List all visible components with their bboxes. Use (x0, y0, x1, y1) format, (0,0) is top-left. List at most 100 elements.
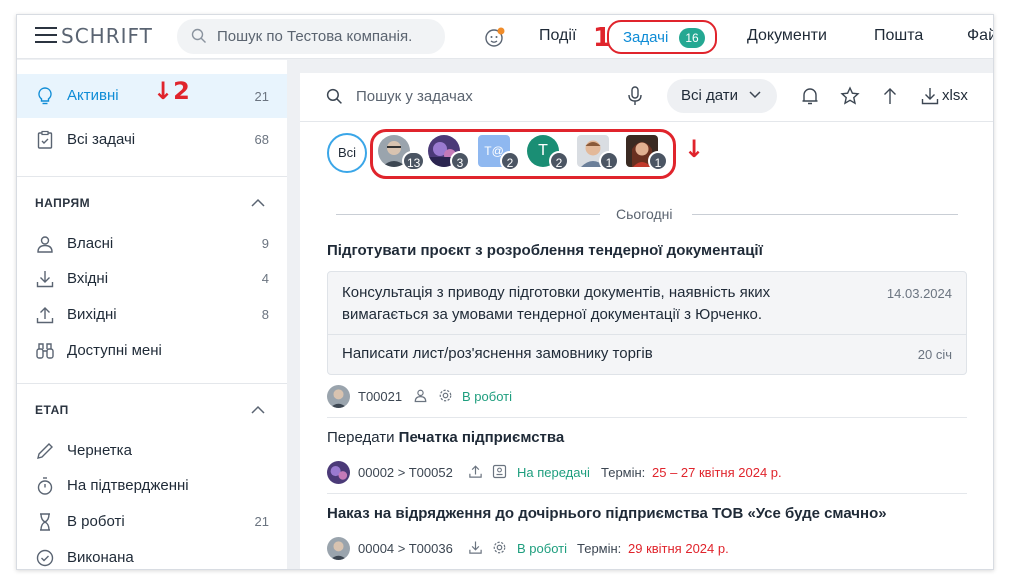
day-divider-right (692, 214, 958, 215)
chevron-down-icon (749, 91, 761, 99)
stamp-icon (492, 464, 507, 479)
sidebar-item-in-progress[interactable]: В роботі 21 (17, 504, 287, 540)
sidebar-item-label: Всі задачі (67, 131, 136, 148)
task-title[interactable]: Передати Печатка підприємства (327, 429, 564, 446)
sidebar-item-count: 8 (261, 307, 269, 322)
sidebar-item-label: Вхідні (67, 270, 109, 287)
gear-icon (493, 541, 506, 554)
filter-all-button[interactable]: Всі (327, 133, 367, 173)
upload-icon (36, 307, 54, 324)
download-icon (921, 88, 939, 105)
term-label: Термін: (577, 541, 622, 556)
section-title-stage: ЕТАП (35, 403, 69, 417)
microphone-icon[interactable] (627, 86, 643, 106)
top-bar: SCHRIFT Пошук по Тестова компанія. Події… (17, 15, 993, 59)
export-label: xlsx (942, 87, 968, 104)
global-search-placeholder: Пошук по Тестова компанія. (217, 28, 413, 45)
sidebar-item-completed[interactable]: Виконана (17, 540, 287, 569)
avatar-count-badge: 2 (500, 151, 520, 171)
toolbar-divider (300, 121, 993, 122)
task-meta: 00004 > T00036 В роботі Термін: 29 квітн… (327, 537, 967, 561)
star-icon[interactable] (840, 86, 860, 106)
nav-files[interactable]: Фай (967, 27, 993, 45)
avatar (327, 537, 350, 560)
binoculars-icon (36, 343, 54, 359)
sidebar-item-draft[interactable]: Чернетка (17, 433, 287, 469)
term-date: 29 квітня 2024 р. (628, 541, 729, 556)
sidebar-item-label: В роботі (67, 513, 125, 530)
row-divider (327, 493, 967, 494)
user-icon (37, 236, 53, 253)
sidebar-item-pending-approval[interactable]: На підтвердженні (17, 468, 287, 504)
subtask-list: Консультація з приводу підготовки докуме… (327, 271, 967, 375)
chevron-up-icon[interactable] (251, 405, 265, 415)
sidebar-item-label: Вихідні (67, 306, 117, 323)
task-search-input[interactable]: Пошук у задачах (356, 88, 473, 105)
subtask-divider (328, 334, 966, 335)
annotation-arrow: ↓ (684, 135, 705, 163)
hourglass-icon (40, 513, 50, 531)
subtask-date: 20 січ (917, 347, 952, 362)
status-badge: В роботі (462, 389, 512, 404)
sidebar: Активні ↓2 21 Всі задачі 68 НАПРЯМ Власн… (17, 60, 287, 569)
search-icon (326, 88, 342, 104)
sidebar-divider (17, 383, 287, 384)
annotation-marker-2: ↓2 (153, 77, 190, 105)
app-window: SCHRIFT Пошук по Тестова компанія. Події… (16, 14, 994, 570)
avatar-count-badge: 2 (549, 151, 569, 171)
logo: SCHRIFT (61, 24, 153, 48)
nav-events[interactable]: Події (539, 27, 576, 45)
sort-up-icon[interactable] (880, 86, 900, 106)
nav-documents[interactable]: Документи (747, 27, 827, 45)
check-circle-icon (36, 549, 54, 567)
sidebar-item-label: Виконана (67, 549, 134, 566)
sidebar-item-incoming[interactable]: Вхідні 4 (17, 261, 287, 297)
tab-tasks-label: Задачі (623, 29, 669, 46)
row-divider (327, 417, 967, 418)
avatar (327, 461, 350, 484)
subtask-text[interactable]: Написати лист/роз'яснення замовнику торг… (342, 345, 653, 362)
task-title[interactable]: Наказ на відрядження до дочірнього підпр… (327, 505, 887, 522)
bell-icon[interactable] (800, 86, 820, 106)
day-label: Сьогодні (616, 206, 673, 222)
export-xlsx-button[interactable]: xlsx (920, 86, 968, 111)
sidebar-item-count: 68 (254, 132, 269, 147)
sidebar-item-count: 21 (254, 89, 269, 104)
section-title-direction: НАПРЯМ (35, 196, 91, 210)
sidebar-item-count: 21 (254, 514, 269, 529)
subtask-date: 14.03.2024 (886, 286, 952, 301)
sidebar-item-active[interactable]: Активні ↓2 21 (17, 74, 287, 118)
sidebar-item-count: 9 (261, 236, 269, 251)
status-badge: На передачі (517, 465, 590, 480)
clipboard-check-icon (37, 130, 53, 149)
lightbulb-icon (38, 87, 52, 105)
profile-notification-icon[interactable] (484, 26, 506, 48)
sidebar-item-own[interactable]: Власні 9 (17, 226, 287, 262)
avatar-count-badge: 1 (648, 151, 668, 171)
sidebar-item-all-tasks[interactable]: Всі задачі 68 (17, 122, 287, 158)
pencil-icon (37, 443, 53, 459)
subtask-text[interactable]: Консультація з приводу підготовки докуме… (342, 282, 822, 326)
sidebar-item-label: Доступні мені (67, 342, 162, 359)
term-label: Термін: (601, 465, 646, 480)
chevron-up-icon[interactable] (251, 198, 265, 208)
task-title[interactable]: Підготувати проєкт з розроблення тендерн… (327, 242, 763, 259)
task-list-panel: Пошук у задачах Всі дати xlsx Всі 13 3 T… (300, 73, 993, 569)
sidebar-item-label: Чернетка (67, 442, 132, 459)
tab-tasks[interactable]: Задачі 16 (607, 20, 717, 54)
stopwatch-icon (37, 477, 53, 495)
term-date: 25 – 27 квітня 2024 р. (652, 465, 782, 480)
menu-icon[interactable] (35, 27, 57, 45)
sidebar-item-available[interactable]: Доступні мені (17, 333, 287, 369)
global-search-input[interactable]: Пошук по Тестова компанія. (177, 19, 445, 54)
nav-mail[interactable]: Пошта (874, 27, 923, 45)
date-filter-dropdown[interactable]: Всі дати (667, 79, 777, 113)
sidebar-item-outgoing[interactable]: Вихідні 8 (17, 297, 287, 333)
sidebar-item-label: Власні (67, 235, 114, 252)
status-badge: В роботі (517, 541, 567, 556)
tab-tasks-count-badge: 16 (679, 28, 705, 48)
avatar-count-badge: 13 (402, 151, 426, 171)
task-code: 00004 > T00036 (358, 541, 453, 556)
sidebar-item-label: Активні (67, 87, 119, 104)
user-icon (414, 389, 427, 403)
